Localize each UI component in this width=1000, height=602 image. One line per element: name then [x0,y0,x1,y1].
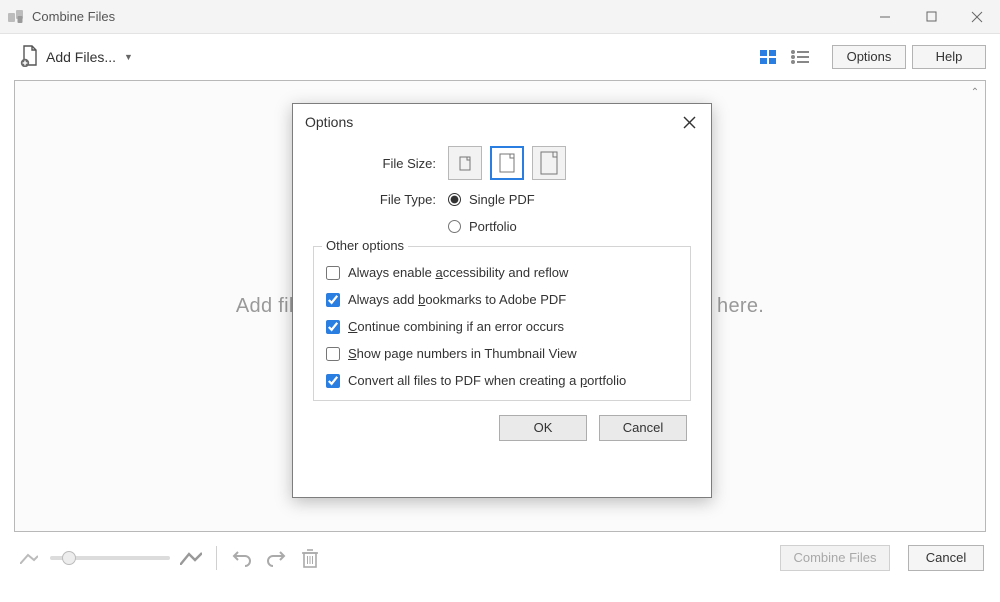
options-button[interactable]: Options [832,45,906,69]
radio-input[interactable] [448,193,461,206]
zoom-out-icon[interactable] [16,545,42,571]
check-bookmarks[interactable]: Always add bookmarks to Adobe PDF [326,292,678,307]
file-size-options [448,146,566,180]
check-convert-label: Convert all files to PDF when creating a… [348,373,626,388]
check-pagenums[interactable]: Show page numbers in Thumbnail View [326,346,678,361]
slider-thumb[interactable] [62,551,76,565]
list-view-button[interactable] [786,45,814,69]
checkbox-input[interactable] [326,347,340,361]
window-close-button[interactable] [954,0,1000,34]
app-icon [8,8,26,26]
check-accessibility-label: Always enable accessibility and reflow [348,265,568,280]
scroll-up-icon: ⌃ [971,87,979,98]
checkbox-input[interactable] [326,320,340,334]
thumbnail-size-slider[interactable] [50,556,170,560]
options-dialog: Options File Size: File Type: [292,103,712,498]
zoom-in-icon[interactable] [178,545,204,571]
check-accessibility[interactable]: Always enable accessibility and reflow [326,265,678,280]
vertical-scrollbar[interactable]: ⌃ [967,81,983,531]
window-maximize-button[interactable] [908,0,954,34]
add-file-icon [20,45,40,70]
file-size-small[interactable] [448,146,482,180]
bottom-toolbar: Combine Files Cancel [0,532,1000,584]
window-titlebar: Combine Files [0,0,1000,34]
combine-files-button[interactable]: Combine Files [780,545,890,571]
checkbox-input[interactable] [326,266,340,280]
dialog-close-button[interactable] [675,110,703,134]
dialog-ok-button[interactable]: OK [499,415,587,441]
cancel-button[interactable]: Cancel [908,545,984,571]
dialog-title: Options [293,104,711,140]
window-controls [862,0,1000,34]
file-type-single-radio[interactable]: Single PDF [448,192,535,207]
check-bookmarks-label: Always add bookmarks to Adobe PDF [348,292,566,307]
other-options-group: Other options Always enable accessibilit… [313,246,691,401]
file-type-single-label: Single PDF [469,192,535,207]
thumbnail-view-button[interactable] [754,45,782,69]
window-minimize-button[interactable] [862,0,908,34]
checkbox-input[interactable] [326,293,340,307]
help-button[interactable]: Help [912,45,986,69]
redo-button[interactable] [263,545,289,571]
file-size-large[interactable] [532,146,566,180]
check-convert[interactable]: Convert all files to PDF when creating a… [326,373,678,388]
check-pagenums-label: Show page numbers in Thumbnail View [348,346,577,361]
chevron-down-icon: ▼ [124,52,133,62]
add-files-label: Add Files... [46,49,116,65]
window-title: Combine Files [32,9,862,24]
divider [216,546,217,570]
checkbox-input[interactable] [326,374,340,388]
delete-button[interactable] [297,545,323,571]
check-continue-label: Continue combining if an error occurs [348,319,564,334]
add-files-dropdown[interactable]: Add Files... ▼ [14,41,139,74]
view-mode-switch [754,45,814,69]
file-type-label: File Type: [313,192,448,207]
undo-button[interactable] [229,545,255,571]
file-size-medium[interactable] [490,146,524,180]
radio-input[interactable] [448,220,461,233]
file-type-portfolio-label: Portfolio [469,219,517,234]
check-continue[interactable]: Continue combining if an error occurs [326,319,678,334]
main-toolbar: Add Files... ▼ Options Help [0,34,1000,80]
dialog-cancel-button[interactable]: Cancel [599,415,687,441]
file-size-label: File Size: [313,156,448,171]
file-type-portfolio-radio[interactable]: Portfolio [448,219,517,234]
other-options-title: Other options [322,238,408,253]
